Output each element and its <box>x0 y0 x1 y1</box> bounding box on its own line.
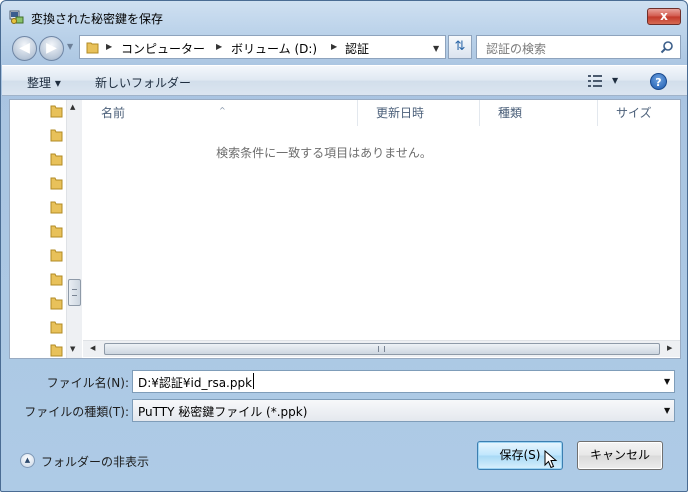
filename-field[interactable]: D:¥認証¥id_rsa.ppk ▼ <box>132 370 675 393</box>
puttygen-app-icon <box>9 10 24 24</box>
search-box[interactable]: 認証の検索 <box>476 35 681 59</box>
hide-folders-toggle[interactable]: ▲ フォルダーの非表示 <box>20 452 170 470</box>
folder-icon <box>86 42 99 54</box>
refresh-icon: ⇅ <box>454 39 466 54</box>
back-button[interactable]: ◀ <box>12 36 37 61</box>
search-icon[interactable] <box>660 40 674 54</box>
filelist-horizontal-scrollbar[interactable]: ◀ ▶ <box>83 340 680 357</box>
folder-icon[interactable] <box>50 248 63 262</box>
folder-icon[interactable] <box>50 272 63 286</box>
file-list[interactable]: 名前 ^ 更新日時 種類 サイズ 検索条件に一致する項目はありません。 ◀ ▶ <box>83 100 680 358</box>
title-bar[interactable]: 変換された秘密鍵を保存 x <box>1 1 687 31</box>
filetype-label: ファイルの種類(T): <box>24 405 129 419</box>
navigation-pane[interactable]: ▲ ▼ <box>10 100 82 358</box>
filename-label: ファイル名(N): <box>46 376 129 390</box>
folder-icon[interactable] <box>50 152 63 166</box>
column-header-label: サイズ <box>616 106 652 120</box>
help-button[interactable]: ? <box>650 73 667 90</box>
recent-pages-dropdown-icon[interactable]: ▼ <box>67 42 73 51</box>
column-header-size[interactable]: サイズ <box>598 100 680 126</box>
breadcrumb-separator-icon[interactable]: ▶ <box>331 42 337 51</box>
column-header-name[interactable]: 名前 ^ <box>83 100 358 126</box>
breadcrumb-auth[interactable]: 認証 <box>345 40 369 57</box>
folder-icon[interactable] <box>50 104 63 118</box>
breadcrumb-separator-icon[interactable]: ▶ <box>216 42 222 51</box>
window-title: 変換された秘密鍵を保存 <box>31 12 164 26</box>
folder-icon[interactable] <box>50 320 63 334</box>
scroll-left-icon[interactable]: ◀ <box>90 344 95 352</box>
filename-input[interactable]: D:¥認証¥id_rsa.ppk <box>138 374 252 391</box>
scrollbar-thumb[interactable] <box>68 279 81 306</box>
new-folder-button[interactable]: 新しいフォルダー <box>95 74 191 91</box>
navpane-vertical-scrollbar[interactable]: ▲ ▼ <box>66 100 82 358</box>
grip-icon <box>72 289 77 296</box>
command-toolbar: 整理 ▾ 新しいフォルダー ▼ ? <box>2 65 687 96</box>
close-icon: x <box>660 9 668 23</box>
column-header-type[interactable]: 種類 <box>480 100 598 126</box>
folder-icon[interactable] <box>50 224 63 238</box>
view-options-dropdown-icon[interactable]: ▼ <box>612 76 618 85</box>
folder-icon[interactable] <box>50 296 63 310</box>
address-dropdown-icon[interactable]: ▼ <box>433 44 439 53</box>
folder-icon[interactable] <box>50 200 63 214</box>
folder-icon[interactable] <box>50 176 63 190</box>
column-header-modified[interactable]: 更新日時 <box>358 100 480 126</box>
save-dialog-window: 変換された秘密鍵を保存 x ◀ ▶ ▼ ▶ コンピューター ▶ ボリューム (D… <box>0 0 688 492</box>
scroll-down-icon[interactable]: ▼ <box>70 345 75 353</box>
text-caret <box>253 373 254 389</box>
filename-dropdown-icon[interactable]: ▼ <box>664 377 670 386</box>
column-header-label: 更新日時 <box>376 106 425 120</box>
folder-icon[interactable] <box>50 128 63 142</box>
scroll-right-icon[interactable]: ▶ <box>667 344 672 352</box>
forward-arrow-icon: ▶ <box>46 40 57 56</box>
back-arrow-icon: ◀ <box>19 40 30 56</box>
sort-ascending-icon: ^ <box>219 106 226 115</box>
grip-icon <box>378 346 385 352</box>
scrollbar-thumb[interactable] <box>104 343 660 355</box>
filetype-select[interactable]: PuTTY 秘密鍵ファイル (*.ppk) ▼ <box>132 399 675 422</box>
column-header-label: 名前 <box>101 106 126 120</box>
breadcrumb-volume-d[interactable]: ボリューム (D:) <box>231 40 317 57</box>
cancel-button[interactable]: キャンセル <box>577 441 663 470</box>
folder-icon[interactable] <box>50 343 63 357</box>
refresh-button[interactable]: ⇅ <box>448 35 472 59</box>
hide-folders-label: フォルダーの非表示 <box>41 455 150 469</box>
organize-button[interactable]: 整理 ▾ <box>27 74 61 91</box>
search-input[interactable]: 認証の検索 <box>486 40 546 57</box>
collapse-up-icon: ▲ <box>20 453 35 468</box>
empty-list-message: 検索条件に一致する項目はありません。 <box>216 146 432 160</box>
help-icon: ? <box>655 76 662 89</box>
address-bar[interactable]: ▶ コンピューター ▶ ボリューム (D:) ▶ 認証 ▼ <box>79 35 446 59</box>
filetype-dropdown-icon[interactable]: ▼ <box>664 406 670 415</box>
filetype-selected-value: PuTTY 秘密鍵ファイル (*.ppk) <box>138 405 308 419</box>
close-button[interactable]: x <box>647 8 681 25</box>
mouse-pointer-icon <box>544 450 558 469</box>
browser-content: ▲ ▼ 名前 ^ 更新日時 種類 サイズ 検索条件に一致する項目はありません。 <box>9 99 681 359</box>
scroll-up-icon[interactable]: ▲ <box>70 103 75 111</box>
view-options-icon[interactable] <box>588 75 602 87</box>
breadcrumb-computer[interactable]: コンピューター <box>121 40 205 57</box>
forward-button[interactable]: ▶ <box>39 36 64 61</box>
column-header-label: 種類 <box>498 106 523 120</box>
breadcrumb-separator-icon[interactable]: ▶ <box>106 42 112 51</box>
